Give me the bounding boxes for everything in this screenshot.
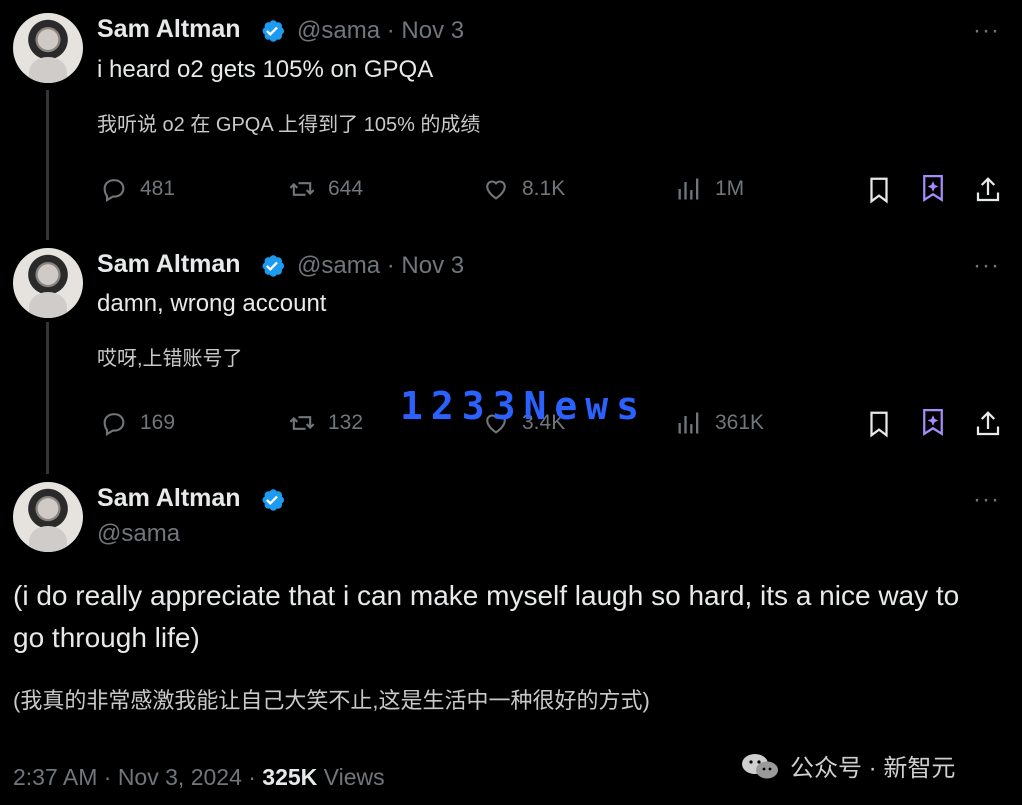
share-icon[interactable]	[973, 409, 1003, 439]
views-count: 361K	[715, 411, 765, 434]
verified-badge-icon	[262, 255, 285, 277]
verified-badge-icon	[262, 20, 285, 42]
repost-count: 644	[328, 177, 364, 200]
grok-icon[interactable]	[918, 407, 948, 437]
tweet-text: (i do really appreciate that i can make …	[13, 580, 960, 653]
repost-count: 132	[328, 411, 364, 434]
separator: ·	[380, 252, 402, 279]
views-label: Views	[317, 764, 385, 790]
handle[interactable]: @sama	[297, 17, 380, 44]
handle-date[interactable]: @sama · Nov 3	[297, 252, 464, 280]
reply-icon	[103, 413, 125, 436]
handle-date[interactable]: @sama · Nov 3	[297, 17, 464, 45]
wechat-icon	[742, 753, 778, 778]
reply-button[interactable]: 481	[100, 175, 175, 203]
watermark: 1233News	[400, 384, 648, 428]
tweet-translation: 我听说 o2 在 GPQA 上得到了 105% 的成绩	[97, 114, 481, 136]
display-name[interactable]: Sam Altman	[97, 250, 241, 279]
tweet-time[interactable]: 2:37 AM · Nov 3, 2024 ·	[13, 764, 262, 790]
more-options-icon[interactable]: ···	[973, 486, 1000, 514]
separator: ·	[380, 17, 402, 44]
repost-button[interactable]: 132	[288, 409, 363, 437]
bookmark-icon[interactable]	[864, 409, 894, 439]
thread-line	[46, 90, 49, 240]
reply-button[interactable]: 169	[100, 409, 175, 437]
tweet-translation: 哎呀,上错账号了	[97, 348, 243, 370]
views-count: 1M	[715, 177, 745, 200]
views-chart-icon	[678, 178, 699, 200]
reply-count: 169	[140, 411, 176, 434]
avatar[interactable]	[13, 482, 83, 552]
thread-line	[46, 322, 49, 474]
verified-badge-icon	[262, 489, 285, 511]
tweet-translation: (我真的非常感激我能让自己大笑不止,这是生活中一种很好的方式)	[13, 688, 650, 713]
more-options-icon[interactable]: ···	[973, 17, 1000, 45]
tweet-text: i heard o2 gets 105% on GPQA	[97, 56, 434, 83]
repost-icon	[289, 416, 315, 430]
like-button[interactable]: 8.1K	[482, 175, 565, 203]
tweet-text: damn, wrong account	[97, 290, 327, 317]
more-options-icon[interactable]: ···	[973, 252, 1000, 280]
repost-icon	[289, 182, 315, 196]
reply-count: 481	[140, 177, 176, 200]
handle[interactable]: @sama	[297, 252, 380, 279]
like-count: 8.1K	[522, 177, 566, 200]
views-total[interactable]: 325K	[262, 764, 317, 790]
avatar[interactable]	[13, 248, 83, 318]
reply-icon	[103, 179, 125, 202]
views-chart-icon	[678, 412, 699, 434]
share-icon[interactable]	[973, 175, 1003, 205]
tweet-meta: 2:37 AM · Nov 3, 2024 · 325K Views	[13, 764, 385, 791]
bookmark-icon[interactable]	[864, 175, 894, 205]
handle[interactable]: @sama	[97, 520, 180, 548]
heart-icon	[486, 180, 506, 200]
grok-icon[interactable]	[918, 173, 948, 203]
display-name[interactable]: Sam Altman	[97, 15, 241, 44]
display-name[interactable]: Sam Altman	[97, 484, 241, 513]
views-button[interactable]: 361K	[675, 409, 764, 437]
views-button[interactable]: 1M	[675, 175, 744, 203]
avatar[interactable]	[13, 13, 83, 83]
tweet-date[interactable]: Nov 3	[401, 17, 464, 44]
tweet-date[interactable]: Nov 3	[401, 252, 464, 279]
repost-button[interactable]: 644	[288, 175, 363, 203]
wechat-source: 公众号 · 新智元	[740, 748, 955, 783]
source-label: 公众号 · 新智元	[790, 755, 956, 782]
